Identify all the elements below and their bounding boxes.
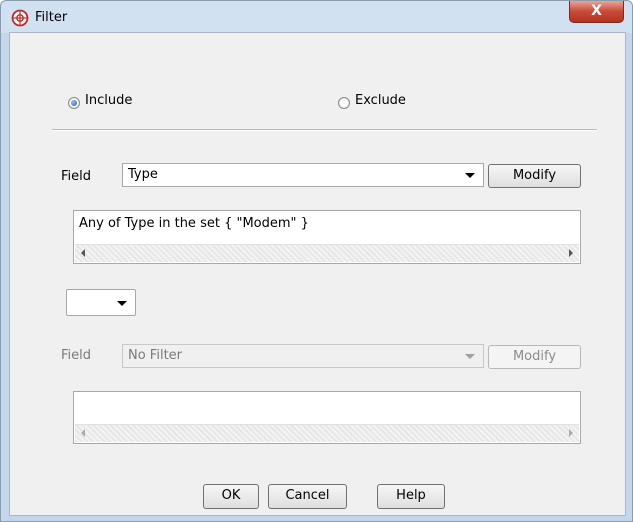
scroll-right-icon[interactable] <box>569 429 573 437</box>
scroll-left-icon[interactable] <box>81 249 85 257</box>
filter-dialog: Filter X Include Exclude Field Type Modi… <box>0 0 633 522</box>
ok-button[interactable]: OK <box>203 484 259 509</box>
chevron-down-icon <box>117 301 127 306</box>
scroll-left-icon[interactable] <box>81 429 85 437</box>
filter-globe-icon <box>11 9 29 27</box>
field-label-2: Field <box>61 348 92 363</box>
chevron-down-icon <box>465 173 475 178</box>
field-label: Field <box>61 169 92 184</box>
cancel-button[interactable]: Cancel <box>268 484 347 509</box>
horizontal-scrollbar-2[interactable] <box>75 424 579 442</box>
filter-expression-box[interactable]: Any of Type in the set { "Modem" } <box>73 210 581 264</box>
modify-button-2[interactable]: Modify <box>488 345 581 369</box>
filter-expression-text: Any of Type in the set { "Modem" } <box>79 216 309 231</box>
help-button[interactable]: Help <box>377 484 445 509</box>
exclude-label[interactable]: Exclude <box>355 93 406 108</box>
chevron-down-icon <box>465 354 475 359</box>
scroll-right-icon[interactable] <box>569 249 573 257</box>
include-label[interactable]: Include <box>85 93 132 108</box>
title-bar[interactable]: Filter X <box>1 1 632 33</box>
field-combo-2[interactable]: No Filter <box>122 344 484 368</box>
close-button[interactable]: X <box>569 1 624 23</box>
field-combo[interactable]: Type <box>122 163 484 187</box>
operator-combo[interactable] <box>66 289 136 316</box>
modify-button[interactable]: Modify <box>488 164 581 188</box>
field-combo-value: Type <box>128 167 158 182</box>
include-radio[interactable] <box>68 97 80 109</box>
close-icon: X <box>591 3 602 19</box>
filter-expression-box-2[interactable] <box>73 391 581 444</box>
horizontal-scrollbar[interactable] <box>75 244 579 262</box>
window-title: Filter <box>35 10 68 25</box>
field-combo-2-value: No Filter <box>128 348 183 363</box>
exclude-radio[interactable] <box>338 97 350 109</box>
separator <box>52 129 597 131</box>
dialog-body: Include Exclude Field Type Modify Any of… <box>9 32 626 516</box>
